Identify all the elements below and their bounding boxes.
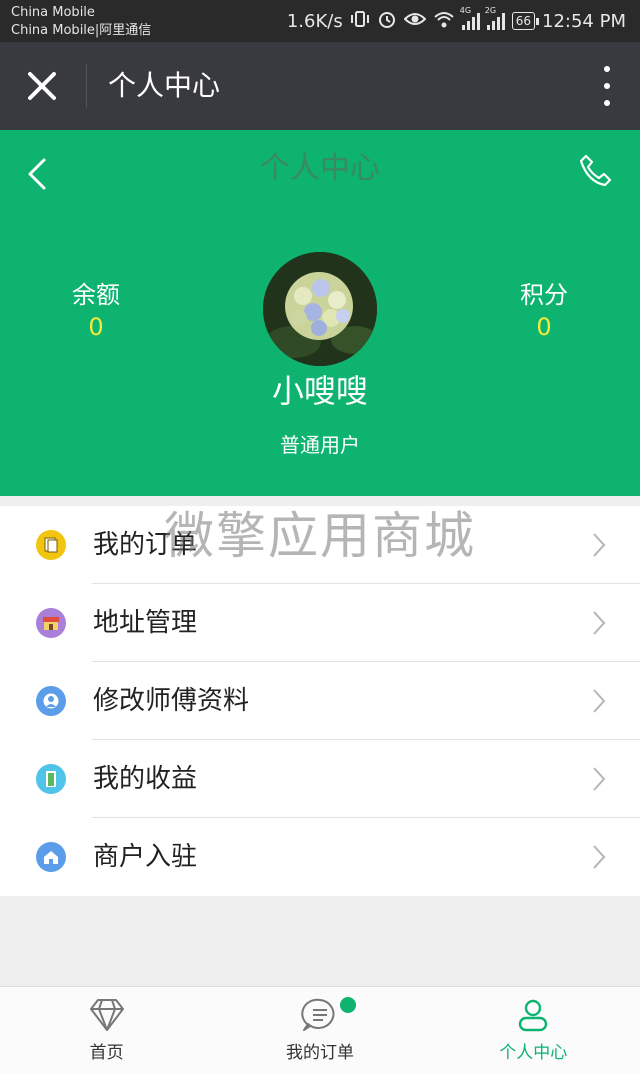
title-divider <box>86 64 87 108</box>
status-bar: China Mobile China Mobile|阿里通信 1.6K/s 4G… <box>0 0 640 42</box>
menu-label-orders: 我的订单 <box>93 530 198 560</box>
wifi-icon <box>433 9 455 34</box>
wechat-title: 个人中心 <box>108 69 221 102</box>
chevron-right-icon <box>592 610 606 636</box>
balance-value: 0 <box>88 313 104 341</box>
user-role: 普通用户 <box>280 433 360 457</box>
battery-indicator: 66 <box>511 12 540 30</box>
message-icon <box>301 997 339 1033</box>
eye-icon <box>403 9 427 34</box>
signal-2g-icon: 2G <box>485 6 505 30</box>
network-2g-label: 2G <box>484 6 497 15</box>
menu-label-merchant: 商户入驻 <box>93 842 198 872</box>
user-icon <box>36 686 66 716</box>
username: 小嗖嗖 <box>271 372 368 410</box>
tab-profile[interactable]: 个人中心 <box>427 987 640 1074</box>
menu-label-address: 地址管理 <box>93 608 198 638</box>
document-icon <box>36 530 66 560</box>
menu-list: 我的订单 地址管理 修改师傅资料 我的收益 商户入驻 <box>0 506 640 896</box>
person-icon <box>514 997 552 1033</box>
tab-label-home: 首页 <box>89 1043 124 1063</box>
vibrate-icon <box>350 9 370 34</box>
network-speed: 1.6K/s <box>286 10 343 32</box>
signal-4g-icon: 4G <box>460 6 480 30</box>
phone-icon[interactable] <box>578 152 614 188</box>
status-icons: 1.6K/s 4G 2G 66 12:54 PM <box>286 6 626 34</box>
notification-dot <box>339 997 356 1013</box>
menu-item-merchant[interactable]: 商户入驻 <box>0 818 640 896</box>
more-menu-icon[interactable] <box>602 66 612 106</box>
menu-item-orders[interactable]: 我的订单 <box>0 506 640 584</box>
chevron-right-icon <box>592 844 606 870</box>
avatar[interactable] <box>263 252 377 366</box>
chevron-right-icon <box>592 532 606 558</box>
points-value: 0 <box>536 313 552 341</box>
tab-orders[interactable]: 我的订单 <box>213 987 426 1074</box>
page-title: 个人中心 <box>260 151 380 186</box>
menu-label-earnings: 我的收益 <box>93 764 198 794</box>
tab-label-profile: 个人中心 <box>499 1043 568 1063</box>
menu-item-address[interactable]: 地址管理 <box>0 584 640 662</box>
carrier-info: China Mobile China Mobile|阿里通信 <box>11 4 151 40</box>
balance-stat[interactable]: 余额 0 <box>36 278 156 342</box>
points-stat[interactable]: 积分 0 <box>484 278 604 342</box>
home-icon <box>36 842 66 872</box>
network-4g-label: 4G <box>459 6 472 15</box>
menu-item-earnings[interactable]: 我的收益 <box>0 740 640 818</box>
door-icon <box>36 764 66 794</box>
close-icon[interactable] <box>20 64 64 108</box>
bottom-tab-bar: 首页 我的订单 个人中心 <box>0 986 640 1074</box>
menu-label-profile-edit: 修改师傅资料 <box>93 686 250 716</box>
menu-item-profile-edit[interactable]: 修改师傅资料 <box>0 662 640 740</box>
tab-home[interactable]: 首页 <box>0 987 213 1074</box>
points-label: 积分 <box>520 281 568 309</box>
clock: 12:54 PM <box>542 10 626 32</box>
balance-label: 余额 <box>72 281 120 309</box>
tab-label-orders: 我的订单 <box>285 1043 354 1063</box>
diamond-icon <box>88 997 126 1033</box>
wechat-title-bar: 个人中心 <box>0 42 640 130</box>
carrier-2: China Mobile|阿里通信 <box>11 23 152 38</box>
carrier-1: China Mobile <box>11 5 95 20</box>
chevron-right-icon <box>592 766 606 792</box>
chevron-right-icon <box>592 688 606 714</box>
profile-header: 个人中心 余额 0 积分 0 小嗖嗖 普通用户 <box>0 130 640 496</box>
store-icon <box>36 608 66 638</box>
alarm-icon <box>377 9 397 34</box>
